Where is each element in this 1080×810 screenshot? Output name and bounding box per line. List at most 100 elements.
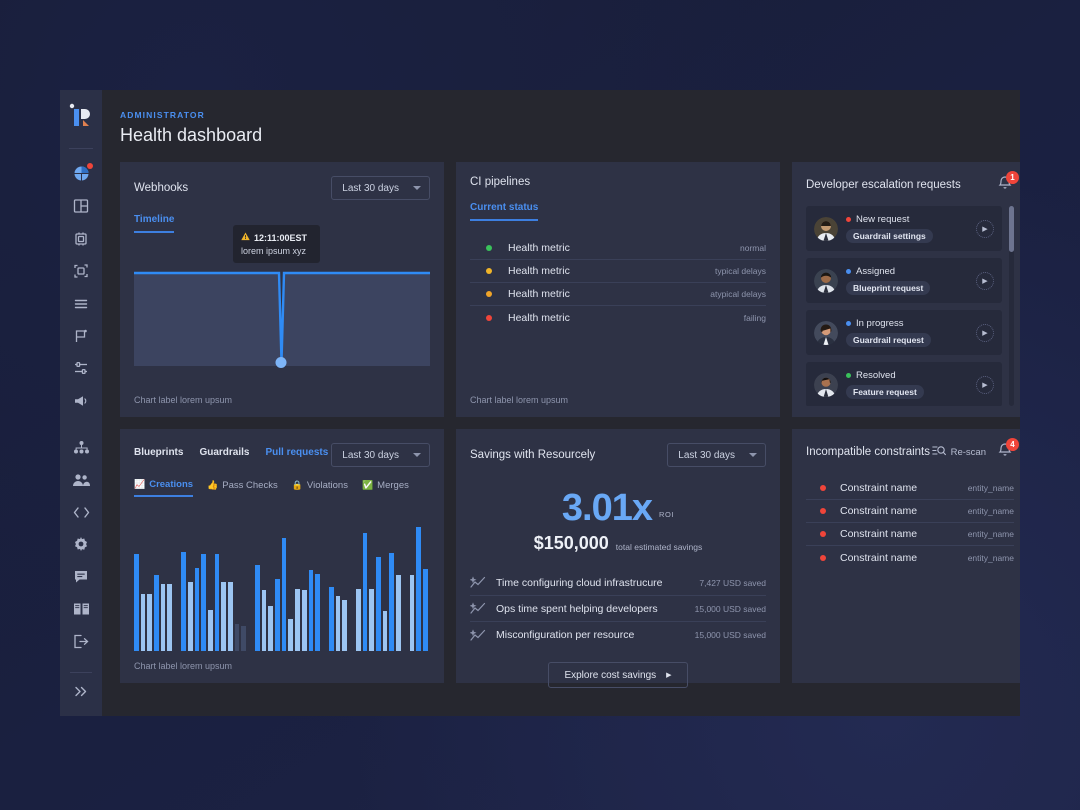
sidebar-item-settings-tuning[interactable] — [66, 356, 96, 381]
bar[interactable] — [389, 553, 395, 651]
bar[interactable] — [187, 581, 193, 651]
bar[interactable] — [194, 567, 200, 651]
tab-timeline[interactable]: Timeline — [134, 214, 175, 233]
escalation-open-button[interactable]: ▶ — [976, 271, 994, 290]
sidebar-item-blueprints[interactable] — [66, 193, 96, 218]
subtab-pass-checks[interactable]: 👍 Pass Checks — [207, 479, 278, 497]
bar[interactable] — [362, 533, 368, 651]
table-row[interactable]: Constraint name entity_name — [806, 523, 1014, 546]
bar[interactable] — [147, 593, 153, 651]
webhooks-range-select[interactable]: Last 30 days — [331, 176, 430, 200]
bar[interactable] — [308, 570, 314, 651]
resourcely-logo[interactable] — [68, 102, 94, 132]
expand-sidebar-button[interactable] — [66, 679, 96, 704]
bar[interactable] — [227, 581, 233, 651]
bar[interactable] — [214, 554, 220, 651]
constraints-bell-button[interactable]: 4 — [996, 438, 1019, 461]
avatar — [814, 216, 838, 241]
tab-current-status[interactable]: Current status — [470, 202, 539, 221]
sidebar-item-settings[interactable] — [66, 532, 96, 557]
explore-cost-savings-button[interactable]: Explore cost savings ▶ — [548, 662, 688, 688]
bar[interactable] — [315, 574, 320, 651]
sidebar-item-logs[interactable] — [66, 291, 96, 316]
bar[interactable] — [234, 623, 240, 651]
sidebar-item-users[interactable] — [66, 467, 96, 492]
subtab-label: Merges — [377, 480, 409, 491]
bar[interactable] — [376, 556, 381, 651]
table-row[interactable]: Misconfiguration per resource 15,000 USD… — [470, 622, 766, 648]
status-dot — [820, 554, 826, 561]
list-item[interactable]: Resolved Feature request ▶ — [806, 362, 1002, 406]
escalation-open-button[interactable]: ▶ — [976, 323, 994, 342]
sidebar-item-support-chat[interactable] — [66, 564, 96, 589]
table-row[interactable]: Health metric normal — [470, 237, 766, 260]
subtab-creations[interactable]: 📈 Creations — [134, 479, 194, 497]
bar[interactable] — [154, 575, 159, 651]
bar[interactable] — [221, 581, 226, 651]
escalation-open-button[interactable]: ▶ — [976, 219, 994, 238]
escalation-bell-button[interactable]: 1 — [996, 171, 1019, 194]
table-row[interactable]: Constraint name entity_name — [806, 546, 1014, 569]
bar[interactable] — [396, 575, 401, 651]
bar[interactable] — [167, 584, 173, 651]
escalation-title: Developer escalation requests — [806, 179, 961, 191]
total-savings-label: total estimated savings — [615, 542, 703, 552]
bar[interactable] — [328, 586, 334, 651]
sidebar-item-guardrails[interactable] — [66, 258, 96, 283]
bar[interactable] — [207, 610, 213, 651]
bar[interactable] — [355, 589, 361, 651]
sidebar-item-documentation[interactable] — [66, 597, 96, 622]
sidebar-item-dashboard[interactable] — [66, 161, 96, 186]
table-row[interactable]: Ops time spent helping developers 15,000… — [470, 596, 766, 622]
bar[interactable] — [275, 579, 280, 651]
scrollbar-thumb[interactable] — [1009, 206, 1014, 252]
table-row[interactable]: Time configuring cloud infrastrucure 7,4… — [470, 570, 766, 596]
bar[interactable] — [342, 600, 347, 651]
sidebar-item-developers[interactable] — [66, 499, 96, 524]
bar[interactable] — [241, 626, 246, 651]
bar[interactable] — [261, 590, 267, 651]
bar[interactable] — [295, 589, 300, 651]
bar[interactable] — [288, 618, 294, 651]
bar[interactable] — [268, 606, 274, 651]
sidebar-item-resources[interactable] — [66, 226, 96, 251]
activity-range-select[interactable]: Last 30 days — [331, 443, 430, 467]
subtab-merges[interactable]: ✅ Merges — [362, 479, 409, 497]
bar[interactable] — [301, 590, 307, 651]
tab-blueprints[interactable]: Blueprints — [134, 447, 183, 464]
escalation-open-button[interactable]: ▶ — [976, 375, 994, 394]
rescan-button[interactable]: Re-scan — [931, 445, 986, 460]
bar[interactable] — [140, 593, 146, 651]
table-row[interactable]: Health metric failing — [470, 306, 766, 329]
subtab-violations[interactable]: 🔒 Violations — [292, 479, 348, 497]
table-row[interactable]: Constraint name entity_name — [806, 500, 1014, 523]
scrollbar[interactable] — [1009, 206, 1014, 406]
list-item[interactable]: New request Guardrail settings ▶ — [806, 206, 1002, 251]
savings-range-select[interactable]: Last 30 days — [667, 443, 766, 467]
bar[interactable] — [281, 538, 287, 651]
bar[interactable] — [382, 611, 388, 651]
bar[interactable] — [369, 589, 374, 651]
bar[interactable] — [423, 569, 428, 651]
bar[interactable] — [255, 565, 260, 651]
table-row[interactable]: Health metric atypical delays — [470, 283, 766, 306]
tab-pull-requests[interactable]: Pull requests — [265, 447, 328, 464]
sidebar-item-logout[interactable] — [66, 629, 96, 654]
bar[interactable] — [409, 575, 415, 651]
sidebar-item-announcements[interactable] — [66, 388, 96, 413]
list-item[interactable]: Assigned Blueprint request ▶ — [806, 258, 1002, 303]
bar[interactable] — [416, 527, 422, 651]
bar[interactable] — [335, 596, 341, 651]
bar[interactable] — [134, 554, 139, 651]
sidebar-item-campaigns[interactable] — [66, 323, 96, 348]
table-row[interactable]: Health metric typical delays — [470, 260, 766, 283]
table-row[interactable]: Constraint name entity_name — [806, 477, 1014, 500]
bar[interactable] — [160, 584, 166, 651]
list-item[interactable]: In progress Guardrail request ▶ — [806, 310, 1002, 355]
sidebar-item-teams[interactable] — [66, 434, 96, 459]
bar[interactable] — [181, 551, 186, 651]
bar[interactable] — [201, 554, 206, 651]
tab-guardrails[interactable]: Guardrails — [199, 447, 249, 464]
constraint-name: Constraint name — [840, 505, 918, 517]
sparkle-chart-icon — [470, 602, 488, 615]
